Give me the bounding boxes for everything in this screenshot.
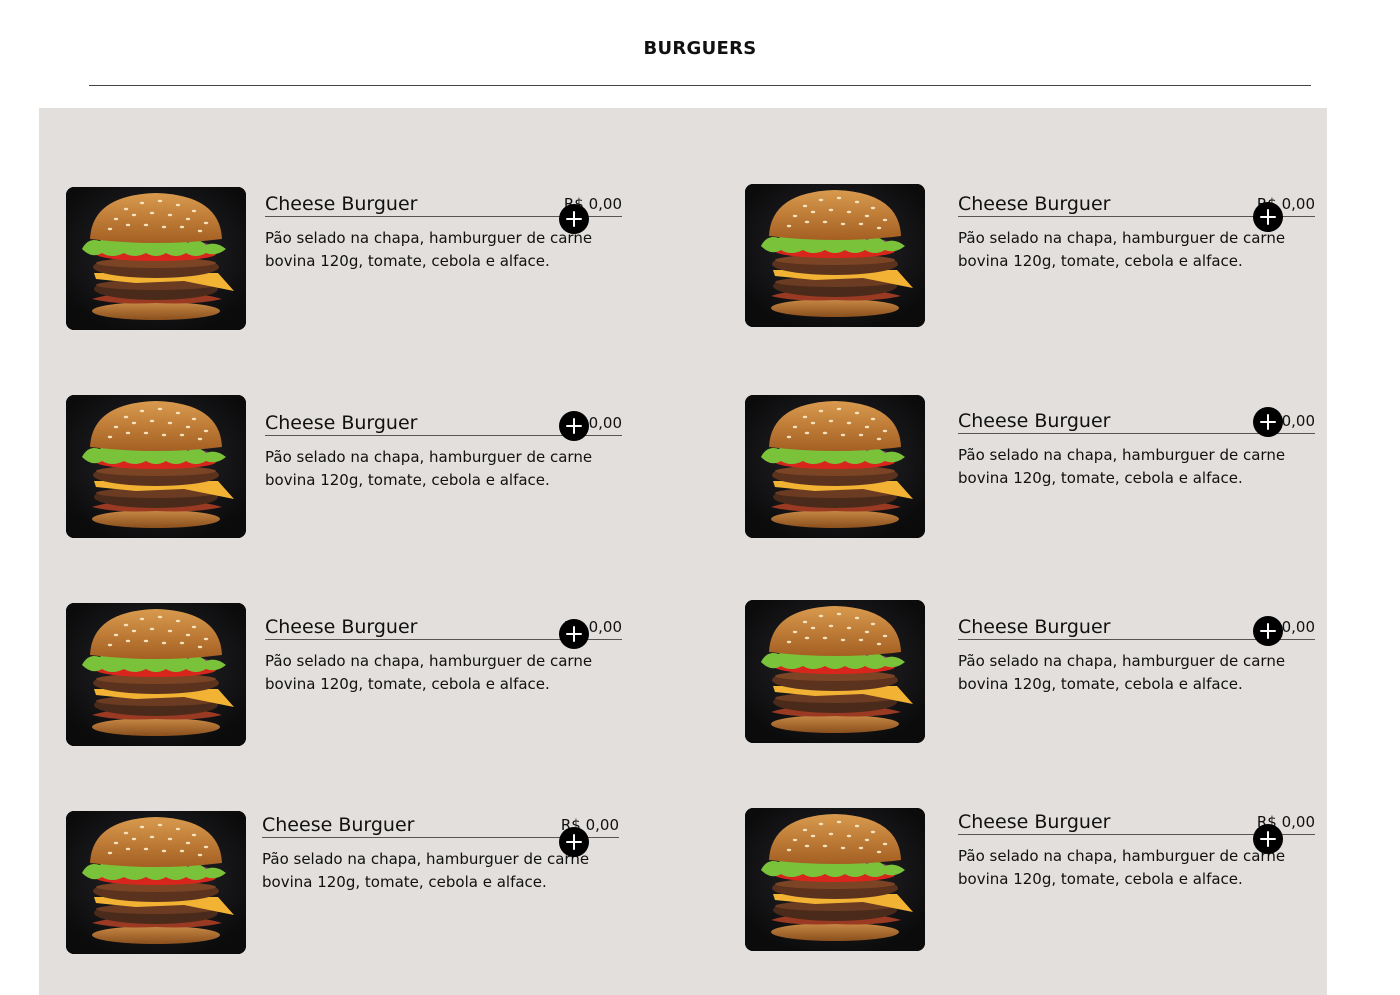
- title-divider: [89, 85, 1311, 86]
- menu-item-description: Pão selado na chapa, hamburguer de carne…: [958, 652, 1286, 693]
- burger-photo: [745, 184, 925, 327]
- menu-item-card: Cheese Burguer R$ 0,00 Pão selado na cha…: [745, 600, 1325, 750]
- add-item-button[interactable]: [559, 619, 589, 649]
- menu-panel: Cheese Burguer R$ 0,00 Pão selado na cha…: [39, 108, 1327, 995]
- burger-photo: [66, 811, 246, 954]
- menu-item-card: Cheese Burguer R$ 0,00 Pão selado na cha…: [745, 395, 1325, 545]
- menu-item-name: Cheese Burguer: [265, 412, 418, 434]
- add-item-button[interactable]: [559, 411, 589, 441]
- menu-item-name: Cheese Burguer: [958, 410, 1111, 432]
- page-title: BURGUERS: [643, 38, 757, 59]
- add-item-button[interactable]: [1253, 407, 1283, 437]
- burger-photo: [66, 187, 246, 330]
- menu-item-description: Pão selado na chapa, hamburguer de carne…: [265, 652, 593, 693]
- menu-item-card: Cheese Burguer R$ 0,00 Pão selado na cha…: [66, 187, 646, 337]
- menu-item-description: Pão selado na chapa, hamburguer de carne…: [265, 448, 593, 489]
- add-item-button[interactable]: [1253, 202, 1283, 232]
- menu-item-card: Cheese Burguer R$ 0,00 Pão selado na cha…: [66, 395, 646, 545]
- menu-item-card: Cheese Burguer R$ 0,00 Pão selado na cha…: [745, 184, 1325, 334]
- menu-item-name: Cheese Burguer: [262, 814, 415, 836]
- menu-item-name: Cheese Burguer: [265, 193, 418, 215]
- burger-photo: [745, 600, 925, 743]
- menu-item-description: Pão selado na chapa, hamburguer de carne…: [958, 229, 1286, 270]
- menu-item-card: Cheese Burguer R$ 0,00 Pão selado na cha…: [66, 811, 646, 961]
- burger-photo: [745, 808, 925, 951]
- burger-photo: [66, 603, 246, 746]
- add-item-button[interactable]: [559, 204, 589, 234]
- menu-item-name: Cheese Burguer: [958, 616, 1111, 638]
- add-item-button[interactable]: [1253, 616, 1283, 646]
- menu-item-card: Cheese Burguer R$ 0,00 Pão selado na cha…: [745, 808, 1325, 958]
- menu-item-card: Cheese Burguer R$ 0,00 Pão selado na cha…: [66, 603, 646, 753]
- add-item-button[interactable]: [1253, 824, 1283, 854]
- menu-item-name: Cheese Burguer: [265, 616, 418, 638]
- menu-item-description: Pão selado na chapa, hamburguer de carne…: [958, 446, 1286, 487]
- menu-item-name: Cheese Burguer: [958, 193, 1111, 215]
- burger-photo: [66, 395, 246, 538]
- menu-item-name: Cheese Burguer: [958, 811, 1111, 833]
- burger-photo: [745, 395, 925, 538]
- menu-item-description: Pão selado na chapa, hamburguer de carne…: [265, 229, 593, 270]
- add-item-button[interactable]: [559, 827, 589, 857]
